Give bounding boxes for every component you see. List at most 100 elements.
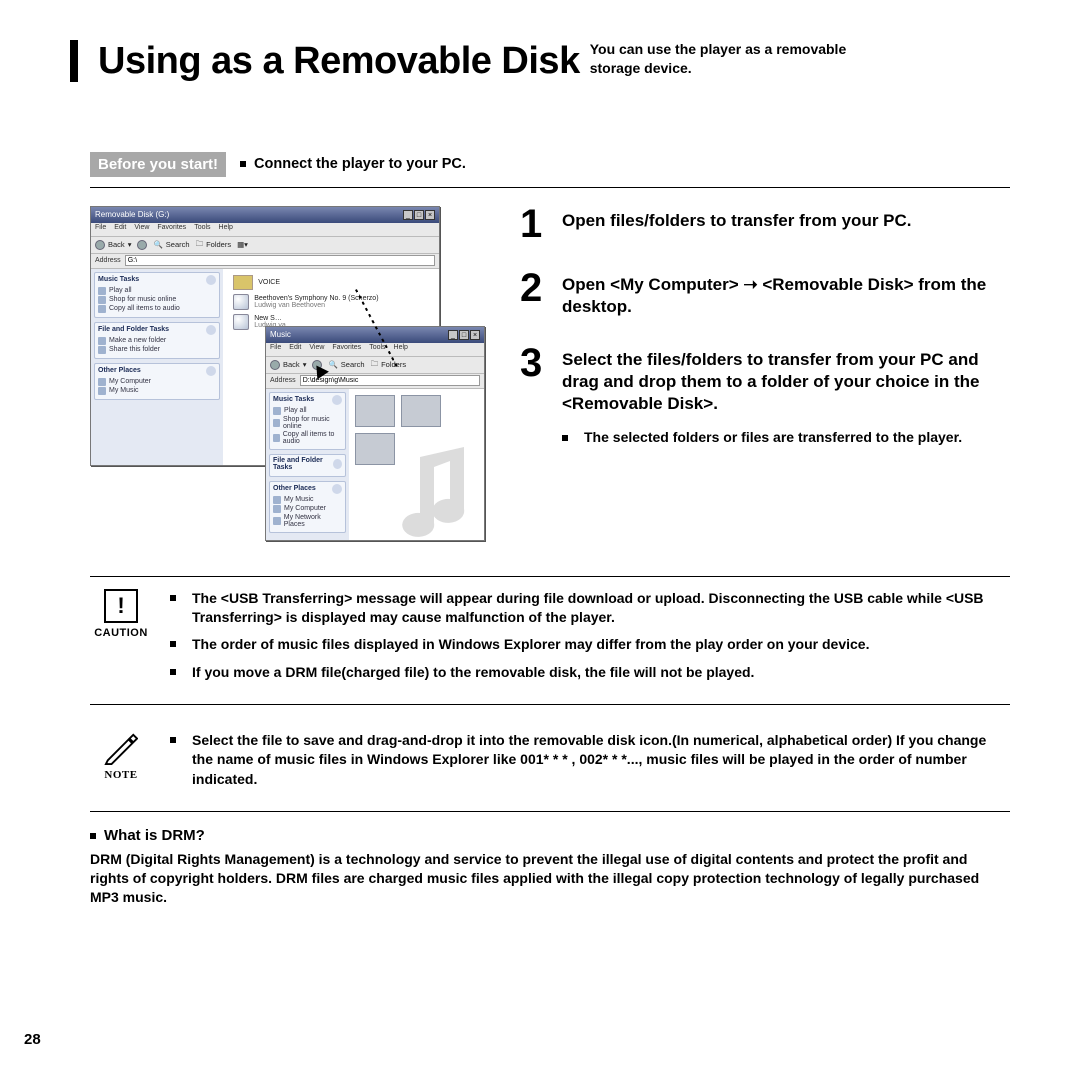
- search-button: 🔍Search: [328, 360, 364, 369]
- screenshot-area: Removable Disk (G:) _□× File Edit View F…: [90, 206, 490, 546]
- toolbar: Back ▾ 🔍Search 🗀Folders ▦▾: [91, 236, 439, 254]
- bullet-icon: [170, 737, 176, 743]
- step-list: 1 Open files/folders to transfer from yo…: [520, 206, 1010, 475]
- note-callout: NOTE Select the file to save and drag-an…: [90, 719, 1010, 812]
- caution-icon: ! CAUTION: [90, 589, 152, 690]
- step-sub: The selected folders or files are transf…: [562, 429, 1010, 447]
- window-title: Removable Disk (G:): [95, 210, 169, 219]
- page-title: Using as a Removable Disk: [98, 42, 580, 82]
- step-text: Open files/folders to transfer from your…: [562, 206, 1010, 242]
- minimize-icon: _: [448, 330, 458, 340]
- window-title: Music: [270, 330, 291, 339]
- address-input: [125, 255, 435, 266]
- step-text: Select the files/folders to transfer fro…: [562, 345, 1010, 446]
- bullet-icon: [562, 435, 568, 441]
- computer-icon: [98, 378, 106, 386]
- album-thumb: [401, 395, 441, 427]
- exclamation-icon: !: [104, 589, 138, 623]
- collapse-icon: [206, 366, 216, 376]
- maximize-icon: □: [414, 210, 424, 220]
- collapse-icon: [332, 395, 342, 405]
- step-text: Open <My Computer> ➝ <Removable Disk> fr…: [562, 270, 1010, 318]
- step-number: 2: [520, 270, 548, 318]
- back-icon: [270, 360, 280, 370]
- window-titlebar: Removable Disk (G:) _□×: [91, 207, 439, 223]
- side-panel: Music Tasks Play all Shop for music onli…: [91, 269, 223, 465]
- bullet-icon: [240, 161, 246, 167]
- divider: [90, 187, 1010, 188]
- drm-body: DRM (Digital Rights Management) is a tec…: [90, 850, 1010, 907]
- before-badge: Before you start!: [90, 152, 226, 177]
- folder-item: VOICE: [233, 275, 435, 290]
- wma-icon: [233, 314, 249, 330]
- bullet-icon: [170, 641, 176, 647]
- menu-bar: File Edit View Favorites Tools Help: [266, 343, 484, 356]
- step-number: 3: [520, 345, 548, 446]
- manual-page: Using as a Removable Disk You can use th…: [0, 0, 1080, 1080]
- close-icon: ×: [425, 210, 435, 220]
- other-places-panel: Other Places My Music My Computer My Net…: [269, 481, 346, 533]
- drm-section: What is DRM? DRM (Digital Rights Managem…: [90, 826, 1010, 907]
- note-icon: NOTE: [90, 731, 152, 797]
- file-item: Beethoven's Symphony No. 9 (Scherzo)Ludw…: [233, 294, 435, 310]
- window-buttons: _□×: [402, 210, 435, 220]
- album-thumb: [355, 395, 395, 427]
- album-thumb: [355, 433, 395, 465]
- shop-icon: [98, 296, 106, 304]
- title-row: Using as a Removable Disk You can use th…: [70, 40, 1040, 82]
- before-text: Connect the player to your PC.: [240, 156, 466, 172]
- folders-button: 🗀Folders: [196, 238, 232, 251]
- content-row: Removable Disk (G:) _□× File Edit View F…: [90, 206, 1010, 546]
- step-1: 1 Open files/folders to transfer from yo…: [520, 206, 1010, 242]
- caution-body: The <USB Transferring> message will appe…: [170, 589, 1010, 690]
- music-note-icon: [394, 437, 504, 547]
- music-icon: [273, 496, 281, 504]
- file-tasks-panel: File and Folder Tasks Make a new folder …: [94, 322, 220, 359]
- shop-icon: [273, 419, 280, 427]
- pencil-icon: [104, 731, 138, 765]
- back-button: Back ▾: [95, 240, 131, 250]
- window-body: Music Tasks Play all Shop for music onli…: [266, 389, 484, 540]
- collapse-icon: [332, 484, 342, 494]
- file-tasks-panel: File and Folder Tasks: [269, 454, 346, 477]
- fwd-icon: [137, 240, 147, 250]
- minimize-icon: _: [403, 210, 413, 220]
- step-2: 2 Open <My Computer> ➝ <Removable Disk> …: [520, 270, 1010, 318]
- music-tasks-panel: Music Tasks Play all Shop for music onli…: [94, 272, 220, 318]
- drm-heading: What is DRM?: [90, 826, 1010, 846]
- page-intro: You can use the player as a removable st…: [590, 40, 900, 82]
- search-button: 🔍Search: [153, 240, 189, 249]
- back-icon: [95, 240, 105, 250]
- close-icon: ×: [470, 330, 480, 340]
- collapse-icon: [206, 275, 216, 285]
- collapse-icon: [206, 325, 216, 335]
- music-note-graphic: [394, 437, 504, 552]
- play-icon: [98, 287, 106, 295]
- drag-arrow-icon: [355, 290, 357, 380]
- menu-bar: File Edit View Favorites Tools Help: [91, 223, 439, 236]
- page-number: 28: [24, 1031, 41, 1048]
- bullet-icon: [170, 669, 176, 675]
- computer-icon: [273, 505, 281, 513]
- folder-icon: [233, 275, 253, 290]
- before-you-start: Before you start! Connect the player to …: [90, 152, 1040, 177]
- copy-icon: [273, 434, 280, 442]
- file-pane: [349, 389, 484, 540]
- maximize-icon: □: [459, 330, 469, 340]
- bullet-icon: [90, 833, 96, 839]
- music-tasks-panel: Music Tasks Play all Shop for music onli…: [269, 392, 346, 450]
- collapse-icon: [333, 459, 341, 469]
- address-bar: Address: [91, 254, 439, 269]
- caution-callout: ! CAUTION The <USB Transferring> message…: [90, 576, 1010, 705]
- other-places-panel: Other Places My Computer My Music: [94, 363, 220, 400]
- network-icon: [273, 517, 281, 525]
- bullet-icon: [170, 595, 176, 601]
- share-icon: [98, 346, 106, 354]
- address-input: [300, 375, 480, 386]
- side-panel: Music Tasks Play all Shop for music onli…: [266, 389, 349, 540]
- wma-icon: [233, 294, 249, 310]
- play-icon: [273, 407, 281, 415]
- toolbar: Back ▾ 🔍Search 🗀Folders: [266, 356, 484, 374]
- note-body: Select the file to save and drag-and-dro…: [170, 731, 1010, 797]
- folders-button: 🗀Folders: [371, 358, 407, 371]
